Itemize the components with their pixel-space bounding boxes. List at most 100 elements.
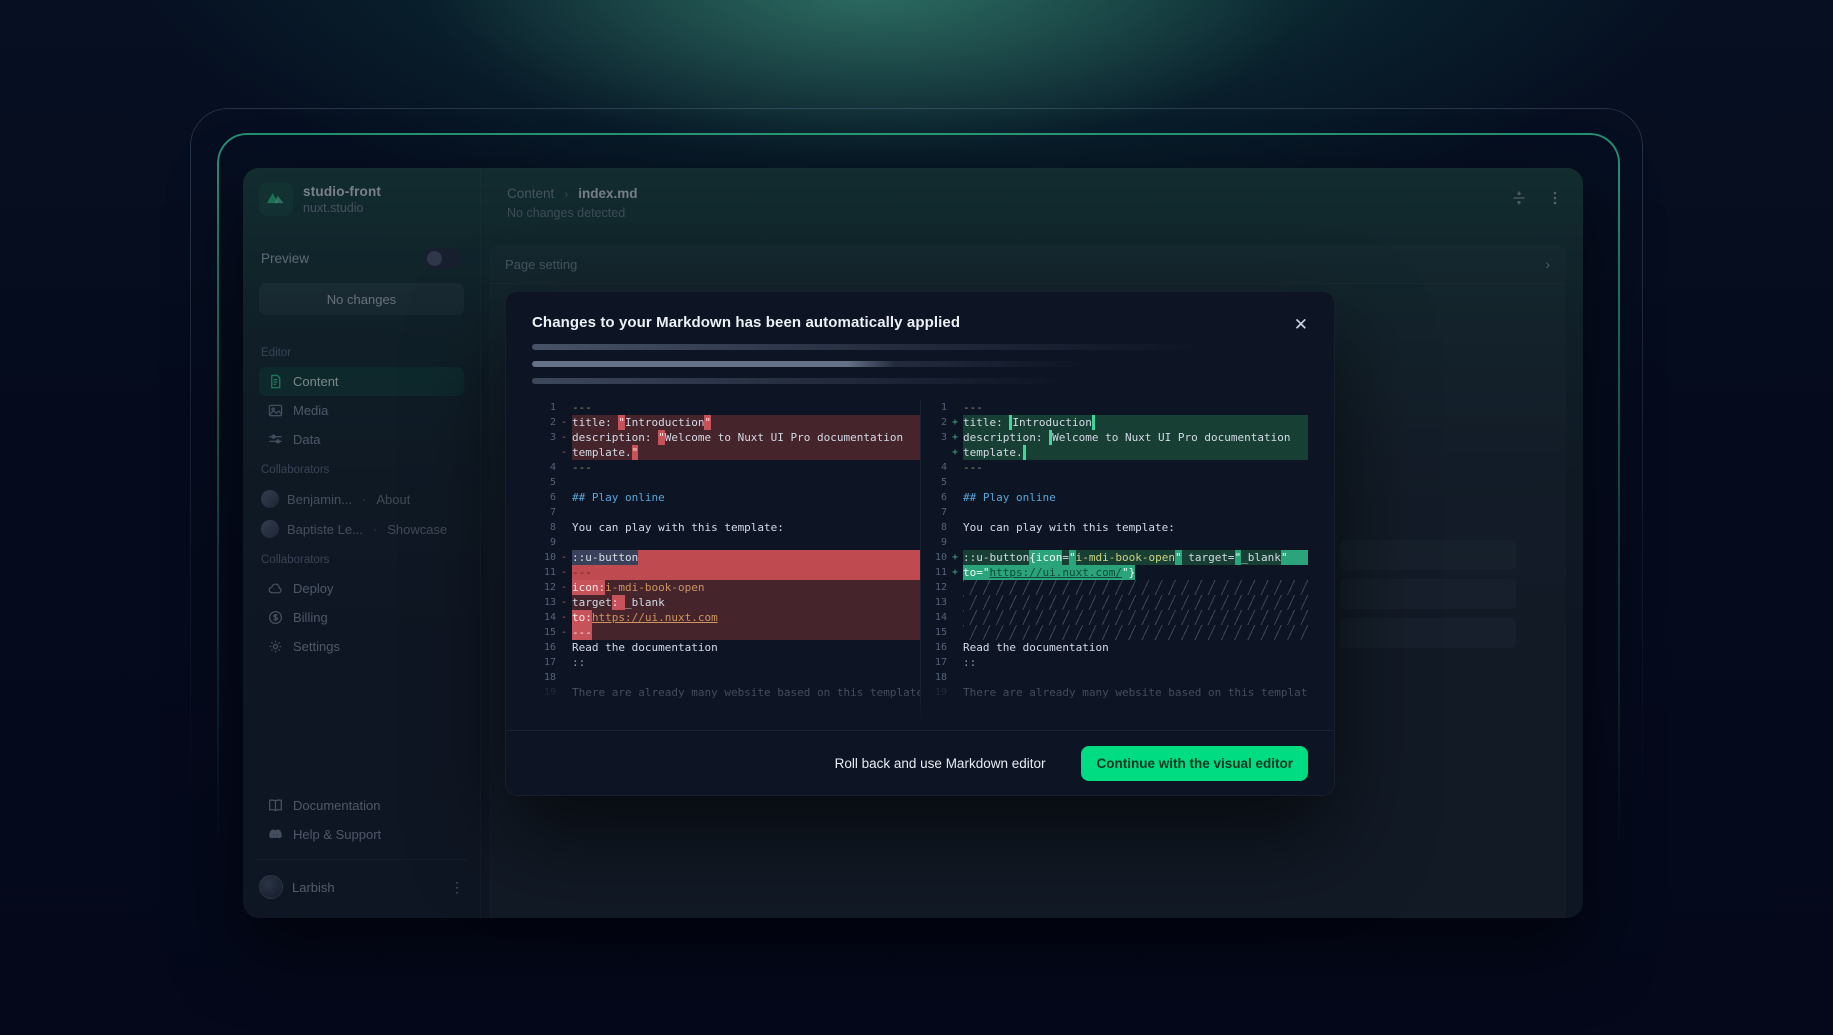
diff-marker: -	[556, 595, 572, 610]
collaborator-avatar	[261, 520, 279, 538]
project-switcher[interactable]: studio-front nuxt.studio	[259, 182, 464, 216]
code-segment: ---	[572, 400, 592, 415]
rollback-button[interactable]: Roll back and use Markdown editor	[829, 755, 1052, 772]
diff-marker	[556, 520, 572, 535]
sidebar-item-content[interactable]: Content	[259, 367, 464, 396]
code-segment: ## Play online	[963, 490, 1056, 505]
code-segment: target	[572, 595, 612, 610]
diff-row: 4---	[532, 460, 920, 475]
no-changes-button[interactable]: No changes	[259, 283, 464, 315]
sidebar-item-data[interactable]: Data	[259, 425, 464, 454]
diff-row: 11+to="https://ui.nuxt.com/"}	[923, 565, 1308, 580]
user-menu[interactable]: Larbish ⋮	[259, 870, 464, 904]
code-line: icon: i-mdi-book-open	[572, 580, 920, 595]
user-name: Larbish	[292, 880, 335, 895]
diff-row: 10+::u-button{icon="i-mdi-book-open" tar…	[923, 550, 1308, 565]
code-line	[572, 475, 920, 490]
line-number: 1	[532, 400, 556, 415]
line-number: 3	[923, 430, 947, 445]
code-line: template."	[572, 445, 920, 460]
diff-row: 17::	[923, 655, 1308, 670]
editor-section-label: Editor	[261, 347, 462, 359]
line-number: 12	[532, 580, 556, 595]
diff-row: 12	[923, 580, 1308, 595]
sidebar-item-documentation[interactable]: Documentation	[259, 791, 464, 820]
skeleton-line	[532, 344, 1246, 350]
sidebar-item-help-support[interactable]: Help & Support	[259, 820, 464, 849]
sidebar-item-label: Documentation	[293, 798, 380, 813]
line-number: 9	[532, 535, 556, 550]
code-segment: ---	[572, 625, 592, 640]
collapse-vertical-icon[interactable]	[1511, 190, 1527, 206]
continue-visual-editor-button[interactable]: Continue with the visual editor	[1081, 746, 1308, 781]
line-number: 14	[532, 610, 556, 625]
preview-toggle[interactable]	[424, 248, 462, 269]
code-line	[572, 505, 920, 520]
sidebar-item-settings[interactable]: Settings	[259, 632, 464, 661]
diff-marker	[947, 535, 963, 550]
line-number: 7	[923, 505, 947, 520]
sidebar-item-billing[interactable]: Billing	[259, 603, 464, 632]
diff-row: 16Read the documentation	[532, 640, 920, 655]
diff-marker: +	[947, 415, 963, 430]
code-line: to: https://ui.nuxt.com	[572, 610, 920, 625]
code-line: You can play with this template:	[572, 520, 920, 535]
code-line	[963, 535, 1308, 550]
preview-label: Preview	[261, 251, 309, 266]
code-line: There are already many website based on …	[572, 685, 920, 700]
breadcrumb-file[interactable]: index.md	[578, 186, 637, 201]
diff-marker	[556, 400, 572, 415]
code-segment: Read the documentation	[963, 640, 1109, 655]
sidebar-item-media[interactable]: Media	[259, 396, 464, 425]
chevron-right-icon: ›	[1545, 256, 1550, 272]
code-line: ---	[963, 400, 1308, 415]
diff-row: 13	[923, 595, 1308, 610]
sidebar-item-deploy[interactable]: Deploy	[259, 574, 464, 603]
diff-row: 16Read the documentation	[923, 640, 1308, 655]
diff-marker	[556, 685, 572, 700]
kebab-vertical-icon[interactable]: ⋮	[450, 880, 464, 894]
code-segment: description:	[963, 430, 1049, 445]
skeleton-bar	[1340, 540, 1516, 570]
collaborator-row[interactable]: Benjamin... · About	[259, 484, 464, 514]
diff-marker	[947, 580, 963, 595]
sidebar-item-label: Settings	[293, 639, 340, 654]
close-icon[interactable]: ✕	[1294, 316, 1308, 333]
modal-footer: Roll back and use Markdown editor Contin…	[506, 730, 1334, 795]
code-segment: Welcome to Nuxt UI Pro documentation	[665, 430, 903, 445]
diff-marker	[947, 520, 963, 535]
breadcrumb-content[interactable]: Content	[507, 186, 554, 201]
diff-row: 2-title: "Introduction"	[532, 415, 920, 430]
code-segment: _blank	[625, 595, 665, 610]
modal-title: Changes to your Markdown has been automa…	[532, 314, 960, 331]
project-name: studio-front	[303, 184, 381, 199]
code-segment	[1092, 415, 1095, 430]
code-segment: "	[983, 565, 990, 580]
diff-marker	[947, 505, 963, 520]
kebab-menu-icon[interactable]	[1553, 190, 1557, 206]
diff-row: 15----	[532, 625, 920, 640]
collaborator-row[interactable]: Baptiste Le... · Showcase	[259, 514, 464, 544]
code-line: ::u-button	[572, 550, 920, 565]
diff-marker: +	[947, 565, 963, 580]
code-line: description: "Welcome to Nuxt UI Pro doc…	[572, 430, 920, 445]
line-number: 7	[532, 505, 556, 520]
diff-right-pane: 1---2+title: Introduction3+description: …	[920, 400, 1308, 730]
line-number: 13	[923, 595, 947, 610]
diff-row: 18	[532, 670, 920, 685]
line-number: 17	[923, 655, 947, 670]
diff-row: 19There are already many website based o…	[532, 685, 920, 700]
page-setting-row[interactable]: Page setting ›	[489, 245, 1566, 284]
collaborator-page: Showcase	[387, 522, 447, 537]
line-number: 14	[923, 610, 947, 625]
code-line: ---	[572, 565, 920, 580]
line-number: 5	[532, 475, 556, 490]
code-line: ## Play online	[572, 490, 920, 505]
line-number: 4	[923, 460, 947, 475]
sidebar-item-label: Media	[293, 403, 328, 418]
code-segment	[1023, 445, 1026, 460]
sidebar-item-label: Deploy	[293, 581, 333, 596]
image-icon	[268, 403, 283, 418]
diff-marker	[556, 505, 572, 520]
preview-row: Preview	[261, 248, 462, 269]
